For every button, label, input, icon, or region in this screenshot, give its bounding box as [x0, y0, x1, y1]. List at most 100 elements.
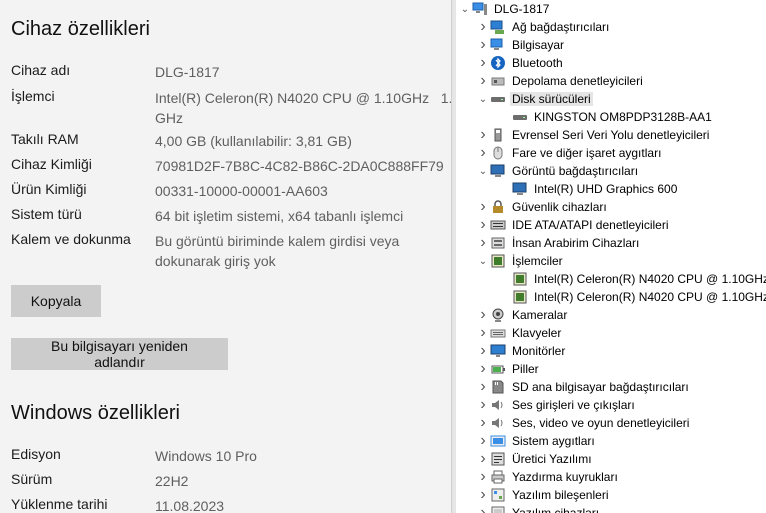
tree-category-item[interactable]: › Kameralar — [476, 306, 569, 324]
tree-device-item[interactable]: Intel(R) Celeron(R) N4020 CPU @ 1.10GHz — [494, 270, 766, 288]
tree-item-label: İnsan Arabirim Cihazları — [512, 236, 640, 250]
tree-category-item[interactable]: › Bluetooth — [476, 54, 565, 72]
tree-item-label: Intel(R) Celeron(R) N4020 CPU @ 1.10GHz — [534, 290, 766, 304]
tree-device-item[interactable]: KINGSTON OM8PDP3128B-AA1 — [494, 108, 714, 126]
tree-category-item[interactable]: › Üretici Yazılımı — [476, 450, 594, 468]
chevron-down-icon[interactable]: ⌄ — [476, 90, 490, 108]
chevron-right-icon[interactable]: › — [476, 342, 490, 360]
spec-value-line: DLG-1817 — [155, 64, 220, 80]
tree-item-label: Bluetooth — [512, 56, 563, 70]
tree-category-item[interactable]: › Yazılım bileşenleri — [476, 486, 610, 504]
chevron-right-icon[interactable]: › — [476, 126, 490, 144]
chevron-right-icon[interactable]: › — [476, 414, 490, 432]
spec-label: Sürüm — [11, 471, 53, 487]
spec-value-line: Intel(R) Celeron(R) N4020 CPU @ 1.10GHz … — [155, 90, 451, 106]
tree-item-label: İşlemciler — [512, 254, 563, 268]
chevron-right-icon[interactable]: › — [476, 18, 490, 36]
spec-label: Takılı RAM — [11, 131, 79, 147]
chevron-down-icon[interactable]: ⌄ — [458, 0, 472, 18]
spec-value[interactable]: 64 bit işletim sistemi, x64 tabanlı işle… — [155, 206, 403, 226]
chevron-down-icon[interactable]: ⌄ — [476, 252, 490, 270]
computer-icon — [490, 37, 506, 53]
tree-item-label: Disk sürücüleri — [510, 92, 593, 106]
tree-category-item[interactable]: › Yazılım cihazları — [476, 504, 601, 513]
chevron-right-icon[interactable]: › — [476, 324, 490, 342]
chevron-right-icon[interactable]: › — [476, 450, 490, 468]
spec-label: Yüklenme tarihi — [11, 496, 108, 512]
network-adapter-icon — [490, 19, 506, 35]
tree-category-item[interactable]: › Monitörler — [476, 342, 567, 360]
chevron-right-icon[interactable]: › — [476, 198, 490, 216]
spec-value-line: 00331-10000-00001-AA603 — [155, 183, 328, 199]
hid-icon — [490, 235, 506, 251]
tree-category-item[interactable]: › Fare ve diğer işaret aygıtları — [476, 144, 663, 162]
ide-controller-icon — [490, 217, 506, 233]
tree-item-label: Güvenlik cihazları — [512, 200, 607, 214]
chevron-right-icon[interactable]: › — [476, 54, 490, 72]
security-device-icon — [490, 199, 506, 215]
spec-value[interactable]: 00331-10000-00001-AA603 — [155, 181, 328, 201]
chevron-down-icon[interactable]: ⌄ — [476, 162, 490, 180]
tree-item-label: Fare ve diğer işaret aygıtları — [512, 146, 662, 160]
spec-label: İşlemci — [11, 88, 55, 104]
tree-category-item[interactable]: › Klavyeler — [476, 324, 563, 342]
chevron-right-icon[interactable]: › — [476, 144, 490, 162]
spec-value-line: 64 bit işletim sistemi, x64 tabanlı işle… — [155, 208, 404, 224]
chevron-right-icon[interactable]: › — [476, 306, 490, 324]
tree-category-item[interactable]: ⌄ İşlemciler — [476, 252, 565, 270]
spec-value[interactable]: 4,00 GB (kullanılabilir: 3,81 GB) — [155, 131, 352, 151]
spec-value[interactable]: DLG-1817 — [155, 62, 220, 82]
chevron-right-icon[interactable]: › — [476, 486, 490, 504]
copy-button[interactable]: Kopyala — [11, 285, 101, 317]
spec-label: Cihaz adı — [11, 62, 71, 78]
windows-specs-title: Windows özellikleri — [11, 402, 180, 424]
tree-item-label: KINGSTON OM8PDP3128B-AA1 — [534, 110, 712, 124]
tree-item-label: Görüntü bağdaştırıcıları — [512, 164, 639, 178]
chevron-right-icon[interactable]: › — [476, 360, 490, 378]
tree-item-label: IDE ATA/ATAPI denetleyicileri — [512, 218, 669, 232]
chevron-right-icon[interactable]: › — [476, 234, 490, 252]
tree-category-item[interactable]: › Ses, video ve oyun denetleyicileri — [476, 414, 691, 432]
tree-category-item[interactable]: › Ses girişleri ve çıkışları — [476, 396, 637, 414]
tree-category-item[interactable]: › Sistem aygıtları — [476, 432, 597, 450]
tree-category-item[interactable]: › Yazdırma kuyrukları — [476, 468, 620, 486]
spec-value[interactable]: Windows 10 Pro — [155, 446, 257, 466]
tree-category-item[interactable]: › SD ana bilgisayar bağdaştırıcıları — [476, 378, 691, 396]
tree-category-item[interactable]: › İnsan Arabirim Cihazları — [476, 234, 641, 252]
spec-value[interactable]: 70981D2F-7B8C-4C82-B86C-2DA0C888FF79 — [155, 156, 444, 176]
spec-value-line: 70981D2F-7B8C-4C82-B86C-2DA0C888FF79 — [155, 158, 444, 174]
tree-category-item[interactable]: › Güvenlik cihazları — [476, 198, 609, 216]
tree-root[interactable]: ⌄ DLG-1817 — [458, 0, 551, 18]
keyboard-icon — [490, 325, 506, 341]
tree-category-item[interactable]: › IDE ATA/ATAPI denetleyicileri — [476, 216, 671, 234]
rename-pc-button[interactable]: Bu bilgisayarı yeniden adlandır — [11, 338, 228, 370]
tree-category-item[interactable]: › Evrensel Seri Veri Yolu denetleyicileri — [476, 126, 711, 144]
tree-device-item[interactable]: Intel(R) UHD Graphics 600 — [494, 180, 679, 198]
spec-value[interactable]: 22H2 — [155, 471, 188, 491]
chevron-right-icon[interactable]: › — [476, 504, 490, 513]
chevron-right-icon[interactable]: › — [476, 216, 490, 234]
tree-category-item[interactable]: › Depolama denetleyicileri — [476, 72, 645, 90]
tree-category-item[interactable]: › Ağ bağdaştırıcıları — [476, 18, 611, 36]
chevron-right-icon[interactable]: › — [476, 36, 490, 54]
tree-category-item[interactable]: ⌄ Görüntü bağdaştırıcıları — [476, 162, 640, 180]
chevron-right-icon[interactable]: › — [476, 432, 490, 450]
tree-item-label: Sistem aygıtları — [512, 434, 595, 448]
tree-category-item[interactable]: › Piller — [476, 360, 541, 378]
tree-device-item[interactable]: Intel(R) Celeron(R) N4020 CPU @ 1.10GHz — [494, 288, 766, 306]
tree-category-item[interactable]: › Bilgisayar — [476, 36, 566, 54]
camera-icon — [490, 307, 506, 323]
spec-value[interactable]: Intel(R) Celeron(R) N4020 CPU @ 1.10GHz … — [155, 88, 451, 128]
tree-item-label: SD ana bilgisayar bağdaştırıcıları — [512, 380, 689, 394]
spec-value[interactable]: Bu görüntü biriminde kalem girdisi veya d… — [155, 231, 399, 271]
chevron-right-icon[interactable]: › — [476, 378, 490, 396]
tree-item-label: Monitörler — [512, 344, 566, 358]
chevron-right-icon[interactable]: › — [476, 468, 490, 486]
tree-item-label: Intel(R) Celeron(R) N4020 CPU @ 1.10GHz — [534, 272, 766, 286]
firmware-icon — [490, 451, 506, 467]
chevron-right-icon[interactable]: › — [476, 396, 490, 414]
tree-category-item[interactable]: ⌄ Disk sürücüleri — [476, 90, 593, 108]
tree-item-label: Yazdırma kuyrukları — [512, 470, 618, 484]
spec-value[interactable]: 11.08.2023 — [155, 496, 224, 513]
chevron-right-icon[interactable]: › — [476, 72, 490, 90]
